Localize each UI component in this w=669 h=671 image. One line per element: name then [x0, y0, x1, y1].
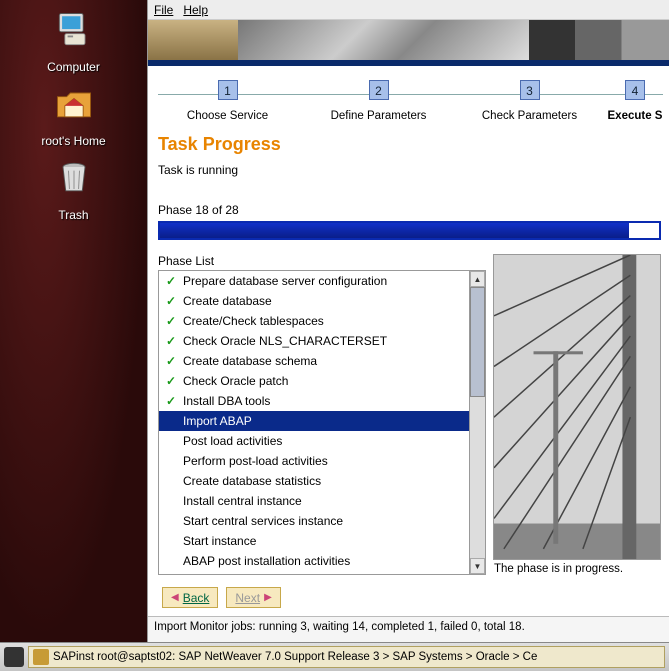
computer-icon	[52, 8, 96, 57]
step-number: 1	[218, 80, 238, 100]
checkmark-icon: ✓	[165, 294, 177, 308]
scroll-up-button[interactable]: ▲	[470, 271, 485, 287]
phase-list[interactable]: ✓Prepare database server configuration✓C…	[158, 270, 486, 575]
phase-item[interactable]: ✓ Create database	[159, 291, 469, 311]
phase-label: Create database schema	[183, 354, 317, 368]
menu-file[interactable]: File	[154, 3, 173, 17]
progress-bar	[158, 221, 661, 240]
phase-label: Start central services instance	[183, 514, 343, 528]
phase-label: Install DBA tools	[183, 394, 270, 408]
next-button[interactable]: Next ▶	[226, 587, 280, 608]
page-title: Task Progress	[158, 134, 661, 155]
phase-item[interactable]: ✓ Prepare database server configuration	[159, 271, 469, 291]
step-label: Execute S	[605, 110, 665, 122]
phase-item[interactable]: ✓Start instance	[159, 531, 469, 551]
phase-item[interactable]: ✓ABAP post installation activities	[159, 551, 469, 571]
menubar: File Help	[148, 0, 669, 20]
checkmark-icon: ✓	[165, 394, 177, 408]
phase-label: Install central instance	[183, 494, 302, 508]
checkmark-icon: ✓	[165, 314, 177, 328]
phase-label: Create database	[183, 294, 272, 308]
phase-item[interactable]: ✓Import ABAP	[159, 411, 469, 431]
wizard-step-1[interactable]: 1 Choose Service	[152, 80, 303, 122]
sapinst-icon	[33, 649, 49, 665]
checkmark-icon: ✓	[165, 334, 177, 348]
icon-label: Computer	[47, 60, 100, 74]
phase-item[interactable]: ✓Post load activities	[159, 431, 469, 451]
status-bar: Import Monitor jobs: running 3, waiting …	[148, 616, 669, 642]
home-icon	[52, 82, 96, 131]
taskbar-item-sapinst[interactable]: SAPinst root@saptst02: SAP NetWeaver 7.0…	[28, 646, 665, 668]
phase-label: Create database statistics	[183, 474, 321, 488]
checkmark-icon: ✓	[165, 354, 177, 368]
start-menu-icon[interactable]	[4, 647, 24, 667]
phase-label: Create/Check tablespaces	[183, 314, 324, 328]
icon-label: root's Home	[41, 134, 105, 148]
step-number: 3	[520, 80, 540, 100]
scrollbar[interactable]: ▲ ▼	[469, 271, 485, 574]
arrow-right-icon: ▶	[264, 592, 272, 603]
step-number: 2	[369, 80, 389, 100]
step-label: Define Parameters	[303, 110, 454, 122]
computer-desktop-icon[interactable]: Computer	[47, 8, 100, 74]
phase-label: Start instance	[183, 534, 256, 548]
phase-label: Check Oracle patch	[183, 374, 288, 388]
wizard-step-3[interactable]: 3 Check Parameters	[454, 80, 605, 122]
checkmark-icon: ✓	[165, 374, 177, 388]
trash-icon	[52, 156, 96, 205]
phase-item[interactable]: ✓ Install DBA tools	[159, 391, 469, 411]
arrow-left-icon: ◀	[171, 592, 179, 603]
progress-image	[493, 254, 661, 560]
step-label: Check Parameters	[454, 110, 605, 122]
phase-label: Check Oracle NLS_CHARACTERSET	[183, 334, 387, 348]
phase-counter: Phase 18 of 28	[158, 203, 661, 217]
scroll-down-button[interactable]: ▼	[470, 558, 485, 574]
phase-item[interactable]: ✓Start central services instance	[159, 511, 469, 531]
scroll-thumb[interactable]	[470, 287, 485, 397]
phase-label: Perform post-load activities	[183, 454, 328, 468]
taskbar[interactable]: SAPinst root@saptst02: SAP NetWeaver 7.0…	[0, 642, 669, 671]
wizard-step-4[interactable]: 4 Execute S	[605, 80, 665, 122]
header-banner	[148, 20, 669, 66]
phase-item[interactable]: ✓Perform post-load activities	[159, 451, 469, 471]
phase-label: Prepare database server configuration	[183, 274, 387, 288]
step-number: 4	[625, 80, 645, 100]
phase-caption: The phase is in progress.	[493, 560, 661, 575]
phase-item[interactable]: ✓Create database statistics	[159, 471, 469, 491]
step-label: Choose Service	[152, 110, 303, 122]
phase-label: ABAP post installation activities	[183, 554, 350, 568]
phase-item[interactable]: ✓ Check Oracle patch	[159, 371, 469, 391]
menu-help[interactable]: Help	[183, 3, 208, 17]
phase-label: Post load activities	[183, 434, 282, 448]
phase-item[interactable]: ✓ Create/Check tablespaces	[159, 311, 469, 331]
wizard-steps: 1 Choose Service 2 Define Parameters 3 Check …	[148, 66, 669, 128]
phase-item[interactable]: ✓Install central instance	[159, 491, 469, 511]
task-status-text: Task is running	[158, 163, 661, 177]
sapinst-window: File Help 1 Choose Service 2 Define Paramet…	[147, 0, 669, 642]
back-button[interactable]: ◀ Back	[162, 587, 218, 608]
desktop-sidebar: Computer root's Home Trash	[0, 0, 147, 642]
home-desktop-icon[interactable]: root's Home	[41, 82, 105, 148]
phase-label: Import ABAP	[183, 414, 252, 428]
phase-list-label: Phase List	[158, 254, 486, 268]
phase-item[interactable]: ✓ Check Oracle NLS_CHARACTERSET	[159, 331, 469, 351]
phase-item[interactable]: ✓ Create database schema	[159, 351, 469, 371]
checkmark-icon: ✓	[165, 274, 177, 288]
trash-desktop-icon[interactable]: Trash	[52, 156, 96, 222]
wizard-step-2[interactable]: 2 Define Parameters	[303, 80, 454, 122]
icon-label: Trash	[58, 208, 88, 222]
